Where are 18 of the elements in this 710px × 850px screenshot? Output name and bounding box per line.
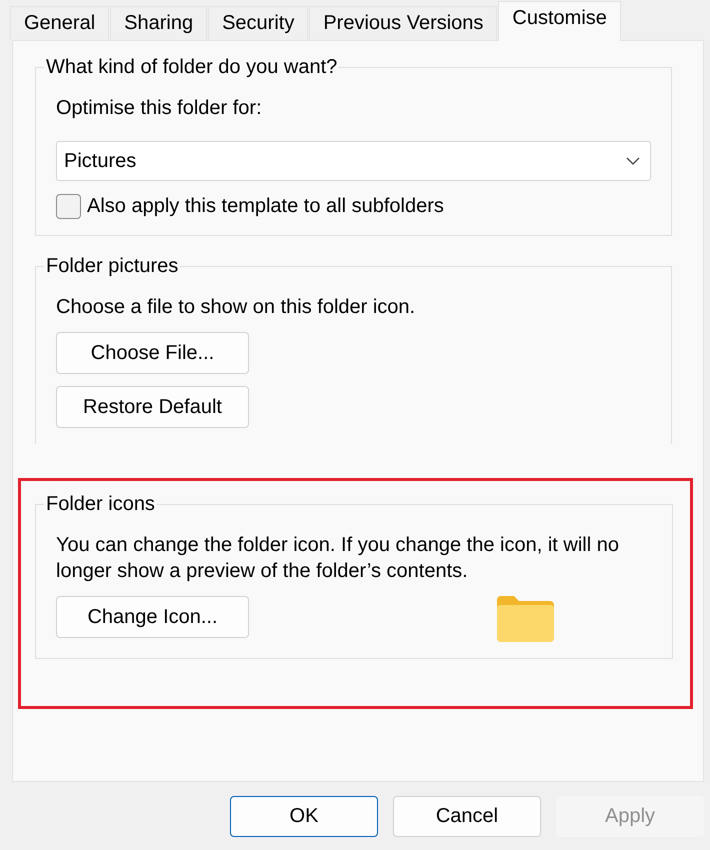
action-button[interactable]: Restore Default [56,386,249,428]
tab[interactable]: General [10,6,110,40]
action-button[interactable]: Choose File... [56,332,249,374]
chevron-down-icon [626,157,640,165]
description-text: You can change the folder icon. If you change the icon, it will no longer show a preview of the folder’s contents. [56,533,620,584]
folder-type-dropdown[interactable]: Pictures [56,141,651,181]
tab[interactable]: Previous Versions [309,6,498,40]
checkbox[interactable] [56,194,81,218]
tab[interactable]: Security [208,6,308,40]
tab[interactable]: Customise [498,1,621,41]
change-icon-button[interactable]: Change Icon... [56,596,249,638]
description-text: Choose a file to show on this folder icon. [56,295,416,320]
folder-icon [497,596,554,642]
description-text: Optimise this folder for: [56,96,263,121]
dialog-button[interactable]: OK [230,796,378,837]
checkbox-label: Also apply this template to all subfolders [87,194,444,219]
tab[interactable]: Sharing [110,6,208,40]
dialog-button[interactable]: Cancel [393,796,541,837]
